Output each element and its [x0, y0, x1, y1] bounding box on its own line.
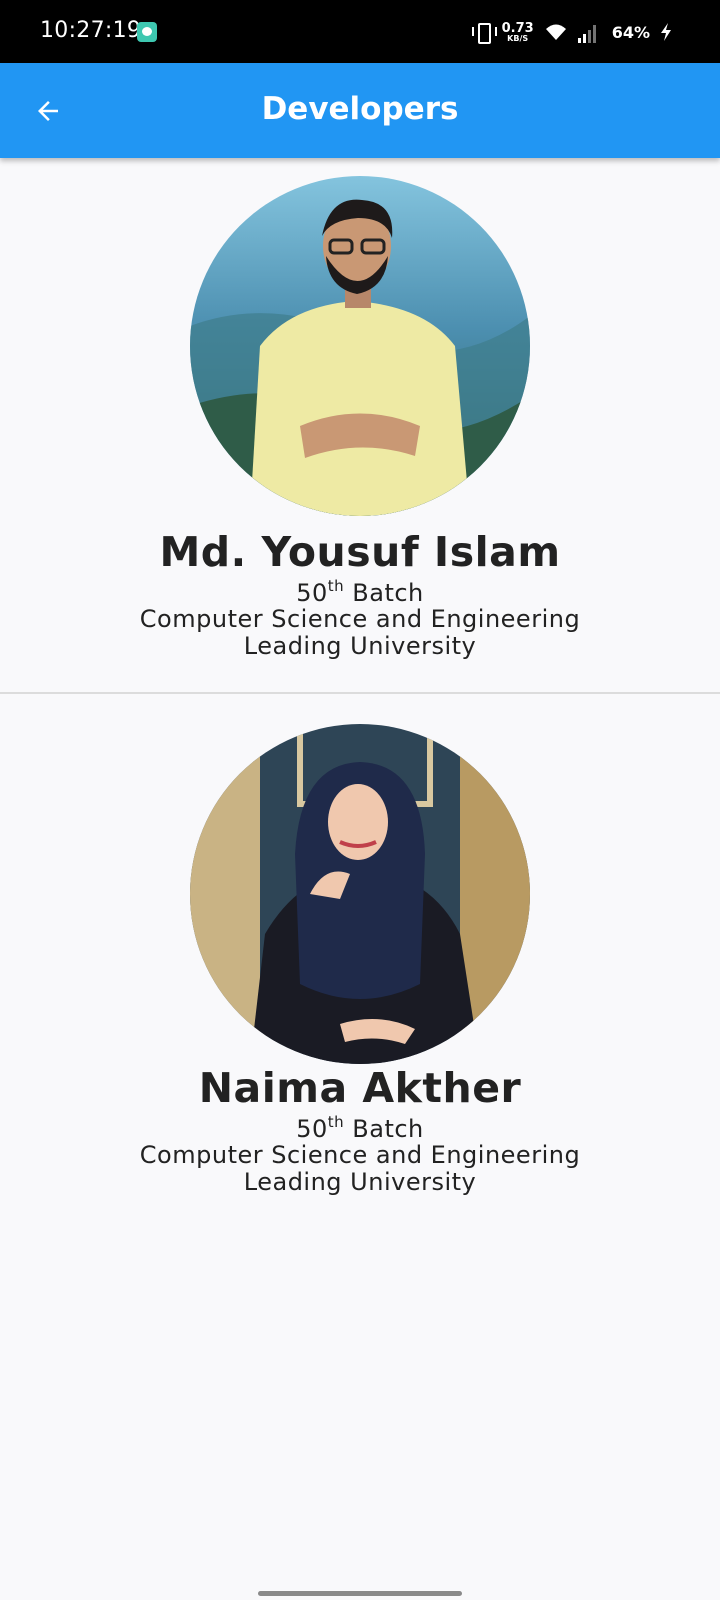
developer-photo-image [190, 176, 530, 516]
batch-suffix: th [327, 1113, 345, 1131]
batch-suffix: th [327, 577, 345, 595]
home-indicator[interactable] [258, 1591, 462, 1596]
developer-batch: 50th Batch [0, 577, 720, 607]
developer-department: Computer Science and Engineering [139, 605, 581, 633]
batch-word: Batch [352, 579, 424, 607]
developer-card: Naima Akther 50th Batch Computer Science… [0, 694, 720, 1234]
batch-number: 50 [296, 579, 328, 607]
developer-photo [190, 176, 530, 516]
developer-card: Md. Yousuf Islam 50th Batch Computer Sci… [0, 0, 720, 692]
developer-university: Leading University [243, 1168, 477, 1196]
developer-name: Naima Akther [198, 1064, 522, 1112]
developer-batch: 50th Batch [0, 1113, 720, 1143]
batch-word: Batch [352, 1115, 424, 1143]
developer-name: Md. Yousuf Islam [159, 528, 561, 576]
developer-university: Leading University [243, 632, 477, 660]
batch-number: 50 [296, 1115, 328, 1143]
developer-photo-image [190, 724, 530, 1064]
developer-department: Computer Science and Engineering [139, 1141, 581, 1169]
developer-photo [190, 724, 530, 1064]
